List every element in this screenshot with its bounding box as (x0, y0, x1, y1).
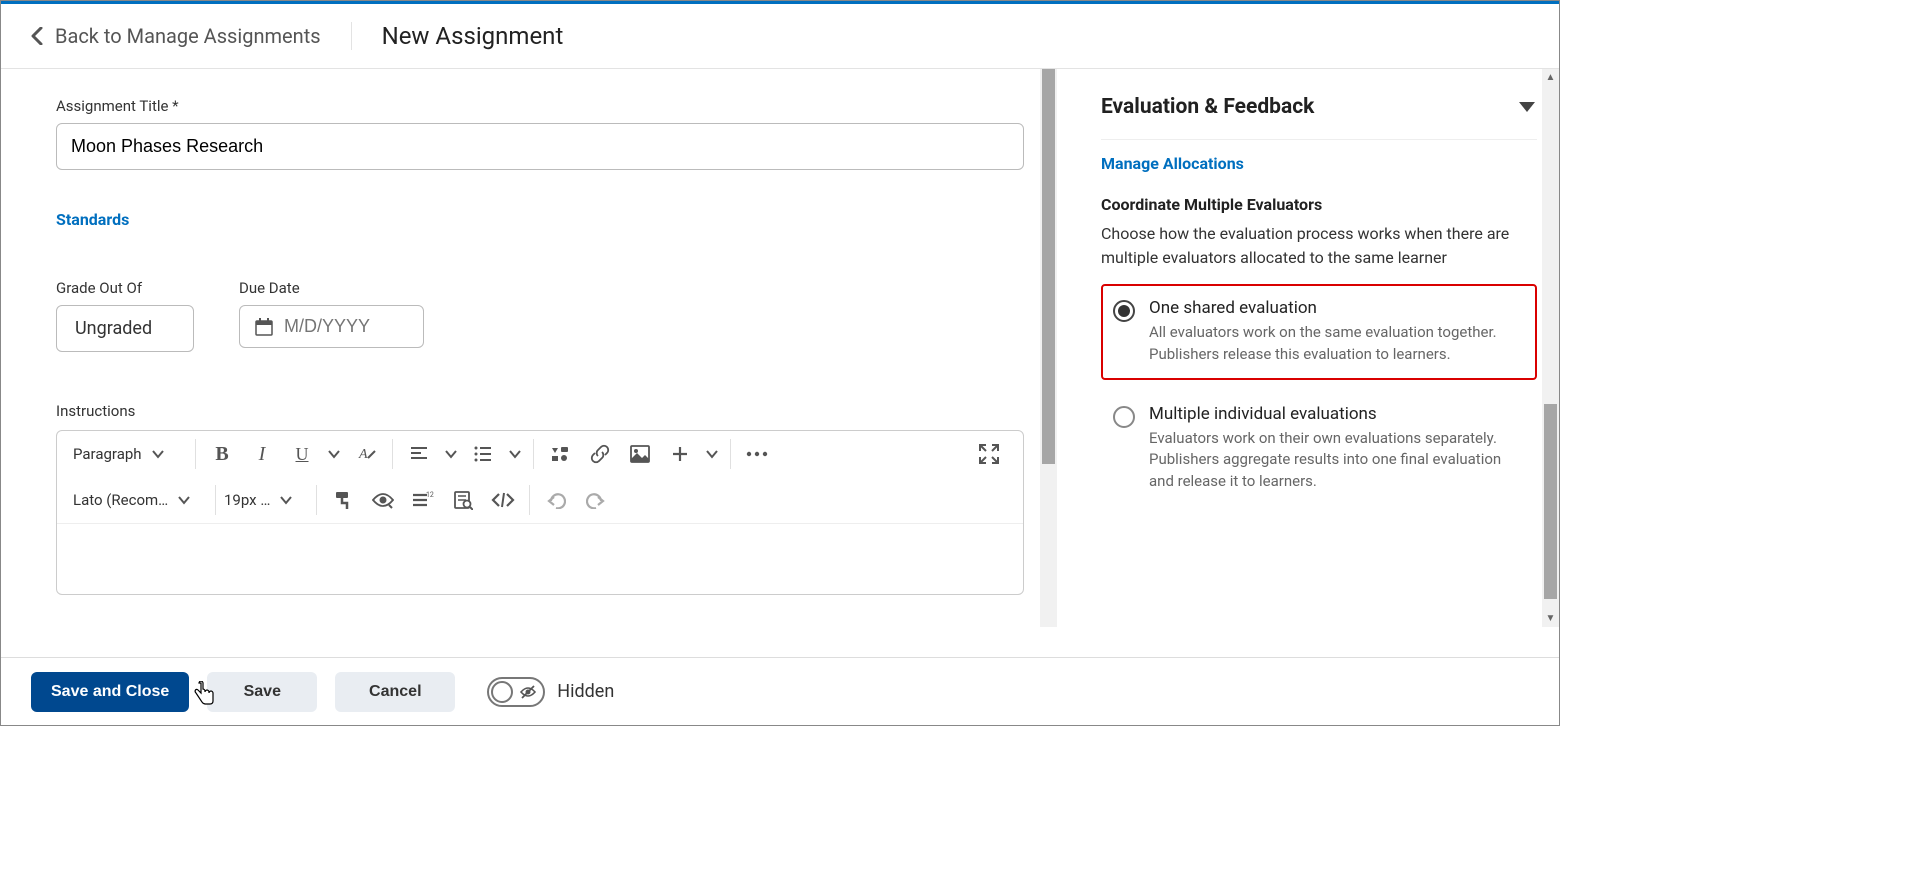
format-select[interactable]: Paragraph (65, 441, 195, 467)
accessibility-check-button[interactable] (367, 484, 399, 516)
coordinate-heading: Coordinate Multiple Evaluators (1101, 195, 1537, 214)
back-label: Back to Manage Assignments (55, 24, 321, 48)
bold-button[interactable]: B (206, 438, 238, 470)
scroll-up-arrow[interactable]: ▲ (1542, 69, 1559, 86)
due-date-text[interactable] (284, 316, 404, 337)
radio-description: All evaluators work on the same evaluati… (1149, 322, 1525, 366)
insert-plus-menu[interactable] (704, 438, 720, 470)
scroll-down-arrow[interactable]: ▼ (1542, 610, 1559, 627)
radio-input-individual[interactable] (1113, 406, 1135, 428)
radio-input-shared[interactable] (1113, 300, 1135, 322)
clear-format-button[interactable]: A (350, 438, 382, 470)
editor-toolbar-row-1: Paragraph B I U A (57, 431, 1023, 477)
more-button[interactable] (741, 438, 773, 470)
radio-option-shared[interactable]: One shared evaluation All evaluators wor… (1101, 284, 1537, 380)
standards-link[interactable]: Standards (56, 210, 129, 229)
page-title: New Assignment (351, 22, 564, 50)
save-button[interactable]: Save (207, 672, 317, 712)
panel-title: Evaluation & Feedback (1101, 95, 1314, 119)
align-button[interactable] (403, 438, 435, 470)
font-family-label: Lato (Recom… (73, 491, 168, 509)
meta-row: Grade Out Of Ungraded Due Date (56, 279, 1024, 352)
panel-header[interactable]: Evaluation & Feedback (1101, 87, 1537, 140)
word-count-button[interactable]: 123 (407, 484, 439, 516)
side-panel: Evaluation & Feedback Manage Allocations… (1079, 69, 1559, 627)
fullscreen-button[interactable] (973, 438, 1005, 470)
scrollbar-thumb[interactable] (1544, 404, 1557, 599)
back-link[interactable]: Back to Manage Assignments (31, 24, 351, 48)
underline-menu[interactable] (326, 438, 342, 470)
svg-text:A: A (358, 447, 368, 462)
insert-plus-button[interactable] (664, 438, 696, 470)
eye-off-icon (520, 684, 536, 700)
due-date-field: Due Date (239, 279, 424, 352)
image-button[interactable] (624, 438, 656, 470)
chevron-down-icon (280, 494, 292, 506)
format-painter-button[interactable] (327, 484, 359, 516)
assignment-title-label: Assignment Title * (56, 97, 1024, 115)
list-menu[interactable] (507, 438, 523, 470)
font-size-select[interactable]: 19px … (216, 487, 316, 513)
instructions-label: Instructions (56, 402, 1024, 420)
align-menu[interactable] (443, 438, 459, 470)
radio-label: Multiple individual evaluations (1149, 404, 1525, 424)
due-date-input[interactable] (239, 305, 424, 348)
save-and-close-button[interactable]: Save and Close (31, 672, 189, 712)
visibility-label: Hidden (557, 681, 614, 702)
svg-text:123: 123 (426, 491, 434, 499)
coordinate-description: Choose how the evaluation process works … (1101, 222, 1537, 270)
chevron-down-icon (152, 448, 164, 460)
italic-button[interactable]: I (246, 438, 278, 470)
caret-down-icon (1517, 97, 1537, 117)
font-family-select[interactable]: Lato (Recom… (65, 487, 215, 513)
rich-text-editor[interactable]: Paragraph B I U A (56, 430, 1024, 595)
insert-stuff-button[interactable] (544, 438, 576, 470)
footer-bar: Save and Close Save Cancel Hidden (1, 657, 1559, 725)
grade-field: Grade Out Of Ungraded (56, 279, 194, 352)
grade-input[interactable]: Ungraded (56, 305, 194, 352)
editor-toolbar-row-2: Lato (Recom… 19px … 123 (57, 477, 1023, 524)
manage-allocations-link[interactable]: Manage Allocations (1101, 154, 1244, 173)
list-button[interactable] (467, 438, 499, 470)
visibility-toggle-group: Hidden (487, 677, 614, 707)
radio-description: Evaluators work on their own evaluations… (1149, 428, 1525, 493)
cancel-button[interactable]: Cancel (335, 672, 455, 712)
preview-button[interactable] (447, 484, 479, 516)
content-row: Assignment Title * Standards Grade Out O… (1, 69, 1559, 627)
due-date-label: Due Date (239, 279, 424, 297)
redo-button[interactable] (580, 484, 612, 516)
visibility-toggle[interactable] (487, 677, 545, 707)
assignment-title-input[interactable] (56, 123, 1024, 170)
radio-option-individual[interactable]: Multiple individual evaluations Evaluato… (1101, 390, 1537, 507)
format-select-label: Paragraph (73, 445, 142, 463)
source-code-button[interactable] (487, 484, 519, 516)
radio-label: One shared evaluation (1149, 298, 1525, 318)
toggle-knob (491, 681, 513, 703)
chevron-down-icon (178, 494, 190, 506)
scrollbar-thumb[interactable] (1042, 69, 1055, 464)
link-button[interactable] (584, 438, 616, 470)
chevron-left-icon (31, 27, 43, 45)
underline-button[interactable]: U (286, 438, 318, 470)
main-scrollbar[interactable] (1040, 69, 1057, 627)
side-scrollbar[interactable]: ▲ ▼ (1542, 69, 1559, 627)
main-column: Assignment Title * Standards Grade Out O… (1, 69, 1079, 627)
header-bar: Back to Manage Assignments New Assignmen… (1, 4, 1559, 69)
grade-label: Grade Out Of (56, 279, 194, 297)
calendar-icon (254, 317, 274, 337)
font-size-label: 19px … (224, 491, 270, 509)
undo-button[interactable] (540, 484, 572, 516)
